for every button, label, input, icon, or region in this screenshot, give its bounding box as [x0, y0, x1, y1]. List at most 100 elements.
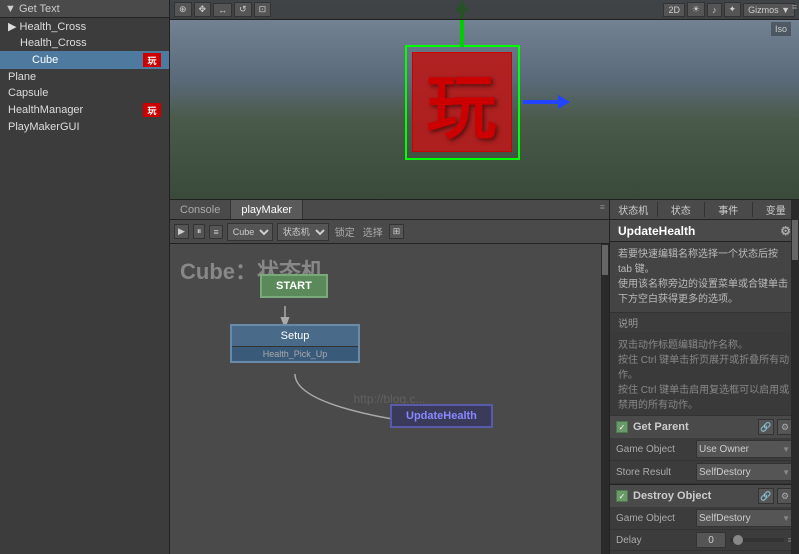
inspector-gear-icon[interactable]: ⚙ — [780, 224, 791, 238]
pm-scroll-thumb[interactable] — [602, 245, 608, 275]
healthmanager-badge: 玩 — [143, 103, 161, 117]
tab-console[interactable]: Console — [170, 200, 231, 219]
pm-scrollbar[interactable] — [601, 244, 609, 554]
destroy-object-title: Destroy Object — [633, 490, 753, 502]
hierarchy-title: ▼ Get Text — [5, 3, 60, 15]
destroy-delay-field: Delay 0 ≡ — [610, 530, 799, 551]
get-parent-icons: 🔗 ⚙ — [758, 419, 793, 435]
scene-toolbar: ⊕ ✥ ↔ ↺ ⊡ 2D ☀ ♪ ✦ Gizmos ▼ — [170, 0, 799, 20]
sm-setup-title: Setup — [232, 326, 358, 346]
hierarchy-items: ▶ Health_Cross Health_Cross Cube 玩 Plane… — [0, 18, 169, 554]
hierarchy-item-capsule[interactable]: Capsule — [0, 85, 169, 101]
inspector-title: UpdateHealth — [618, 224, 695, 238]
cube-face: 玩 — [412, 52, 512, 152]
destroy-object-link-icon[interactable]: 🔗 — [758, 488, 774, 504]
pm-state-select[interactable]: 状态机 — [277, 223, 329, 241]
destroy-object-header[interactable]: ✓ Destroy Object 🔗 ⚙ — [610, 485, 799, 507]
tab-console-label: Console — [180, 204, 220, 216]
scene-gizmos-toggle[interactable]: Gizmos ▼ — [743, 3, 795, 17]
scene-tool-4[interactable]: ↺ — [234, 2, 252, 17]
hierarchy-item-plane[interactable]: Plane — [0, 69, 169, 85]
inspector-scroll-thumb[interactable] — [792, 220, 798, 260]
hierarchy-header: ▼ Get Text — [0, 0, 169, 18]
pm-lock-label: 锁定 — [333, 224, 357, 239]
get-parent-link-icon[interactable]: 🔗 — [758, 419, 774, 435]
playmaker-panel: Console playMaker ≡ ▶ ⏸ ≡ Cube — [170, 200, 610, 554]
get-parent-storeresult-field: Store Result SelfDestory ▼ — [610, 461, 799, 484]
tab-playmaker-label: playMaker — [241, 204, 292, 216]
tab-playmaker[interactable]: playMaker — [231, 200, 303, 219]
sm-start-node[interactable]: START — [260, 274, 328, 298]
hierarchy-item-healthmanager[interactable]: HealthManager 玩 — [0, 101, 169, 119]
scene-audio-toggle[interactable]: ♪ — [707, 3, 722, 17]
destroy-object-section: ✓ Destroy Object 🔗 ⚙ Game Object — [610, 485, 799, 554]
sm-start-label: START — [276, 280, 312, 292]
sm-update-label: UpdateHealth — [406, 410, 477, 422]
inspector-header: UpdateHealth ⚙ — [610, 220, 799, 242]
destroy-gameobject-field: Game Object SelfDestory ▼ — [610, 507, 799, 530]
inspector-tab-state[interactable]: 状态 — [658, 202, 706, 217]
destroy-delay-slider-row: 0 ≡ — [696, 532, 793, 548]
inspector-panel: 状态机 状态 事件 变量 UpdateHealth ⚙ 若要快速 — [610, 200, 799, 554]
destroy-delay-value[interactable]: 0 — [696, 532, 726, 548]
sm-setup-sub: Health_Pick_Up — [232, 346, 358, 361]
destroy-object-icons: 🔗 ⚙ — [758, 488, 793, 504]
pm-pause-btn[interactable]: ⏸ — [193, 224, 206, 239]
destroy-delay-slider[interactable] — [730, 538, 784, 542]
pm-play-btn[interactable]: ▶ — [174, 224, 189, 239]
pm-panel-menu[interactable]: ≡ — [596, 200, 609, 219]
inspector-desc-label: 说明 — [610, 313, 799, 332]
cube-chinese-char: 玩 — [427, 52, 497, 153]
get-parent-section: ✓ Get Parent 🔗 ⚙ Game Object — [610, 416, 799, 485]
inspector-body: 若要快速编辑名称选择一个状态后按 tab 键。使用该名称旁边的设置菜单或合键单击… — [610, 242, 799, 554]
cube-container: 玩 — [400, 40, 530, 170]
sm-updatehealth-node[interactable]: UpdateHealth — [390, 404, 493, 428]
inspector-tab-state-machine[interactable]: 状态机 — [610, 202, 658, 217]
scene-tool-1[interactable]: ⊕ — [174, 2, 192, 17]
iso-label: Iso — [771, 22, 791, 36]
cube-3d-viewport: 玩 — [365, 20, 565, 190]
destroy-gameobject-value: SelfDestory — [699, 513, 751, 524]
destroy-gameobject-select[interactable]: SelfDestory ▼ — [696, 509, 793, 527]
scene-fx-toggle[interactable]: ✦ — [724, 2, 742, 17]
scene-tool-5[interactable]: ⊡ — [254, 2, 272, 17]
inspector-tab-event[interactable]: 事件 — [705, 202, 753, 217]
pm-select-label: 选择 — [361, 224, 385, 239]
get-parent-gameobject-arrow: ▼ — [782, 445, 790, 454]
scene-tool-2[interactable]: ✥ — [194, 2, 212, 17]
destroy-object-enabled[interactable]: ✓ — [616, 490, 628, 502]
get-parent-header[interactable]: ✓ Get Parent 🔗 ⚙ — [610, 416, 799, 438]
pm-tabs: Console playMaker ≡ — [170, 200, 609, 220]
get-parent-storeresult-arrow: ▼ — [782, 468, 790, 477]
get-parent-gameobject-value: Use Owner — [699, 444, 749, 455]
destroy-delay-thumb — [733, 535, 743, 545]
inspector-tabs: 状态机 状态 事件 变量 — [610, 200, 799, 220]
get-parent-gameobject-field: Game Object Use Owner ▼ — [610, 438, 799, 461]
hierarchy-item-health-cross[interactable]: Health_Cross — [0, 35, 169, 51]
destroy-gameobject-arrow: ▼ — [782, 514, 790, 523]
sm-setup-node[interactable]: Setup Health_Pick_Up — [230, 324, 360, 363]
scene-light-toggle[interactable]: ☀ — [687, 2, 705, 17]
hierarchy-item-playmakergui[interactable]: PlayMakerGUI — [0, 119, 169, 135]
pm-toolbar: ▶ ⏸ ≡ Cube 状态机 锁定 选择 ⊞ — [170, 220, 609, 244]
inspector-wrapper: 状态机 状态 事件 变量 UpdateHealth ⚙ 若要快速 — [610, 200, 799, 554]
hierarchy-item-cube[interactable]: Cube 玩 — [0, 51, 169, 69]
get-parent-title: Get Parent — [633, 421, 753, 433]
scene-tool-3[interactable]: ↔ — [213, 3, 232, 17]
inspector-scrollbar[interactable] — [791, 200, 799, 554]
hierarchy-item-health-cross-parent[interactable]: ▶ Health_Cross — [0, 18, 169, 35]
pm-expand-btn[interactable]: ⊞ — [389, 224, 405, 239]
pm-object-select[interactable]: Cube — [227, 223, 273, 241]
panel-menu-icon[interactable]: ≡ — [790, 0, 799, 14]
scene-view: 玩 Iso ⊕ ✥ — [170, 0, 799, 200]
z-axis-arrow — [523, 95, 570, 109]
get-parent-gameobject-select[interactable]: Use Owner ▼ — [696, 440, 793, 458]
pm-canvas[interactable]: Cube：状态机 http://blog.c... START — [170, 244, 609, 554]
scene-2d-toggle[interactable]: 2D — [663, 3, 685, 17]
inspector-desc1: 若要快速编辑名称选择一个状态后按 tab 键。使用该名称旁边的设置菜单或合键单击… — [610, 242, 799, 313]
pm-step-btn[interactable]: ≡ — [209, 225, 222, 239]
cube-badge: 玩 — [143, 53, 161, 67]
get-parent-storeresult-select[interactable]: SelfDestory ▼ — [696, 463, 793, 481]
get-parent-enabled[interactable]: ✓ — [616, 421, 628, 433]
inspector-desc2: 双击动作标题编辑动作名称。按住 Ctrl 键单击折页展开或折叠所有动作。按住 C… — [610, 332, 799, 416]
